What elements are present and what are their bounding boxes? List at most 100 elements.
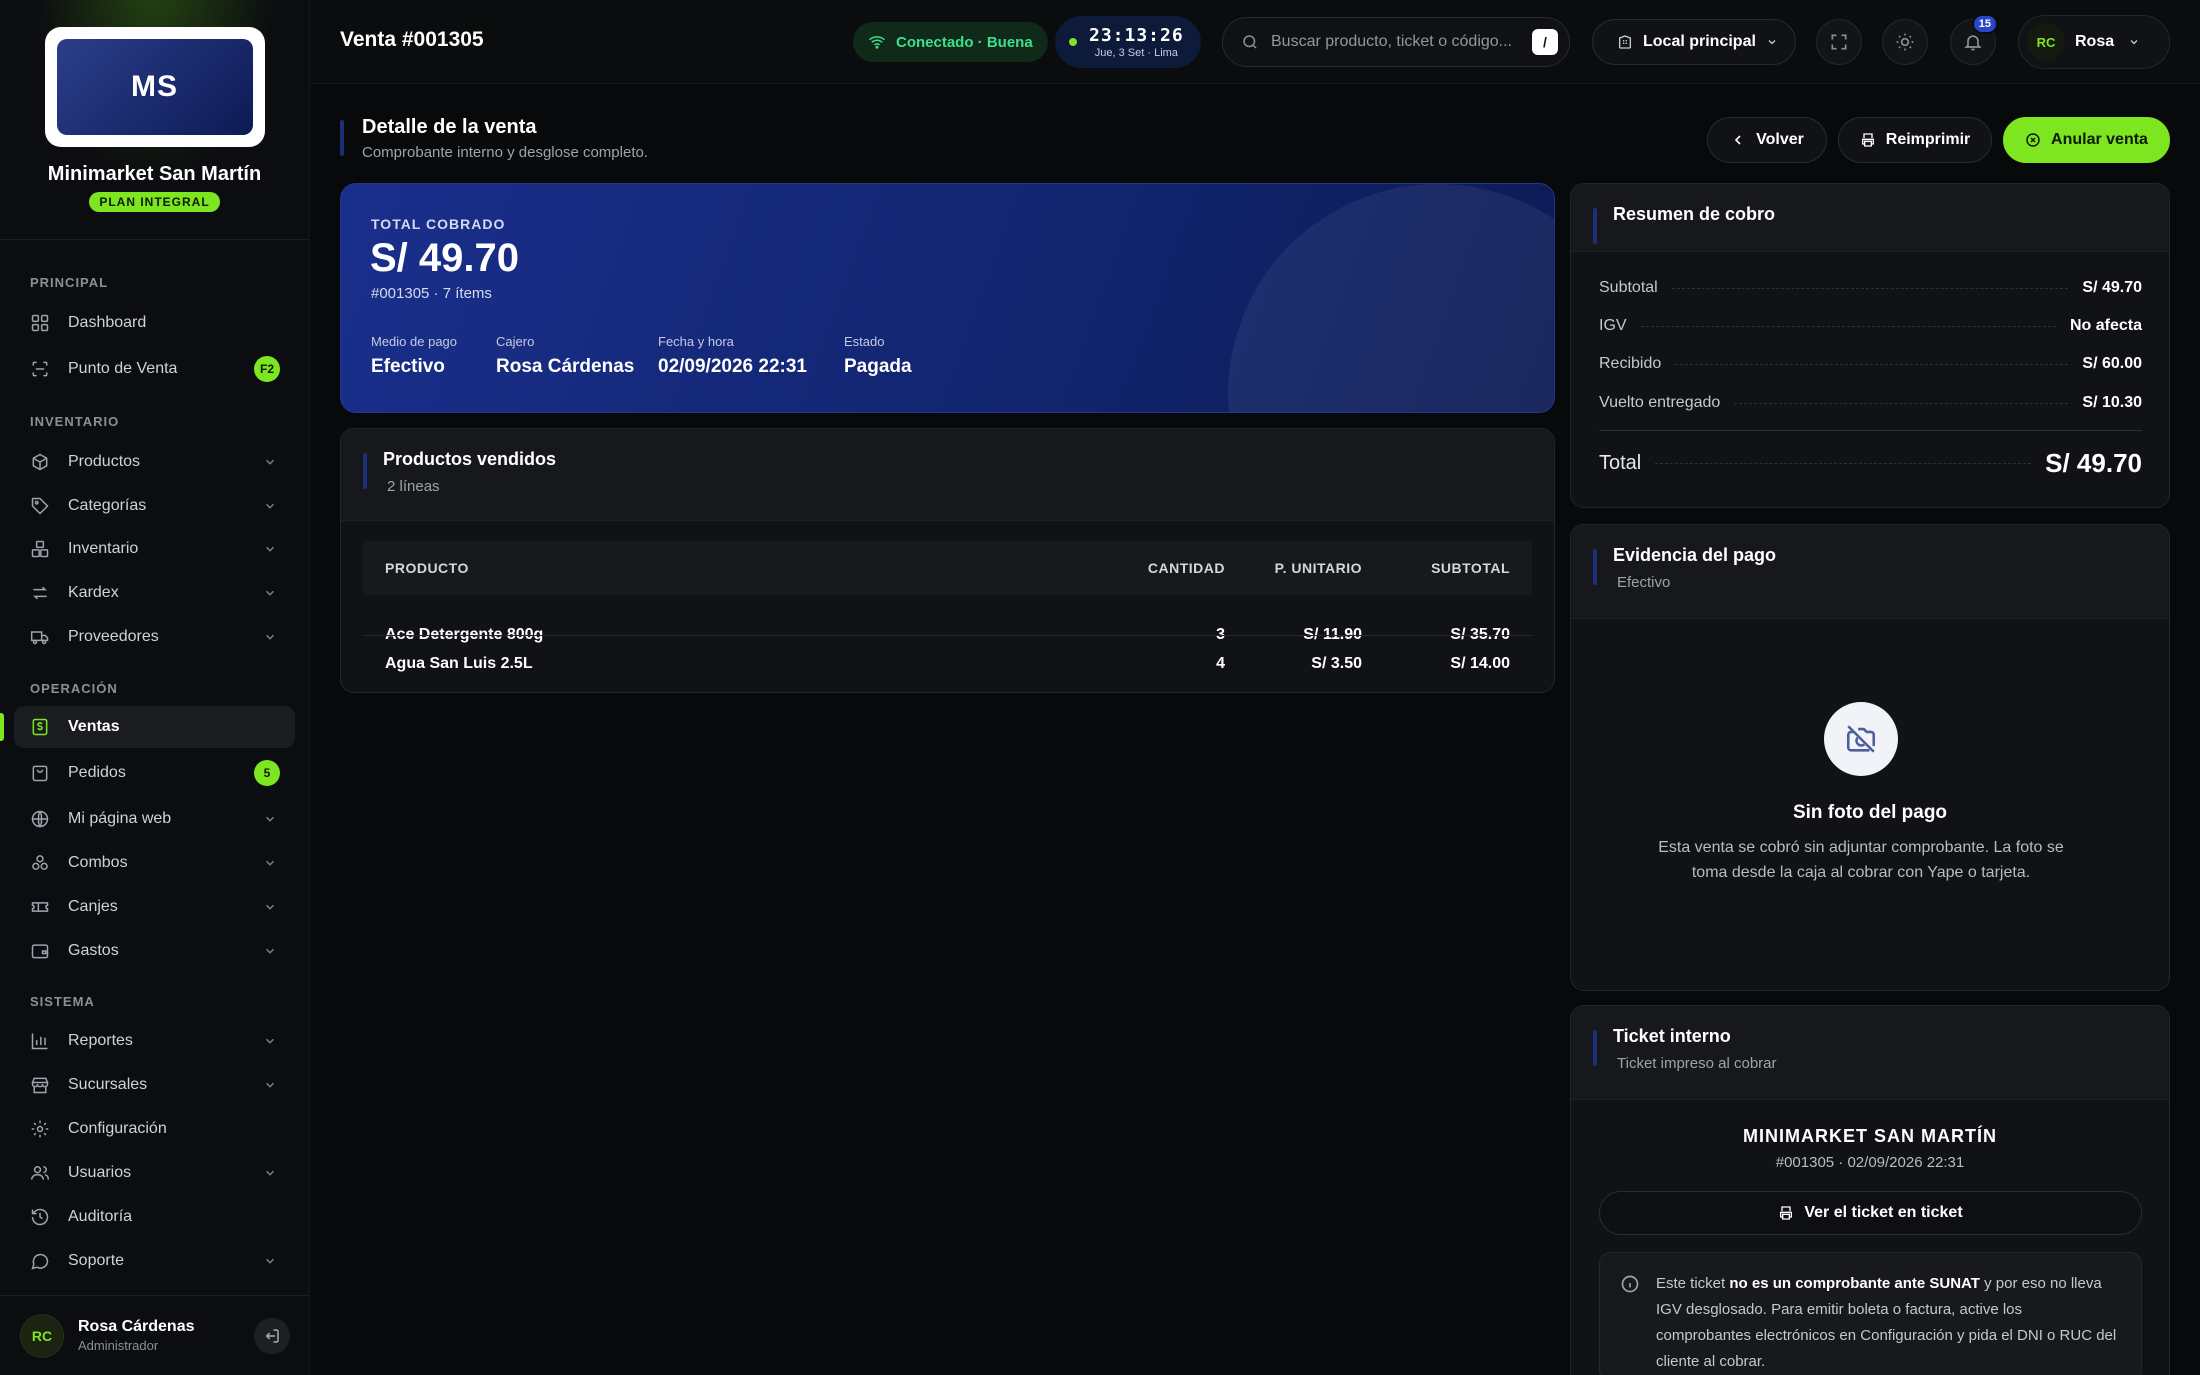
field-label: Estado xyxy=(844,334,885,349)
chevron-down-icon xyxy=(266,1170,274,1176)
store-logo-text: MS xyxy=(56,39,253,135)
summary-value: No afecta xyxy=(2069,317,2142,334)
view-ticket-button[interactable]: Ver el ticket en ticket xyxy=(1599,1191,2142,1235)
brand-block: MS Minimarket San Martín PLAN INTEGRAL xyxy=(0,0,309,240)
user-menu[interactable]: RC Rosa xyxy=(2018,15,2170,69)
sidebar-item-soporte[interactable]: Soporte xyxy=(14,1240,295,1282)
summary-row-received: Recibido S/ 60.00 xyxy=(1599,355,2142,373)
sidebar-item-sucursales[interactable]: Sucursales xyxy=(14,1064,295,1106)
user-role: Administrador xyxy=(78,1338,159,1353)
column-header-unit-price: P. UNITARIO xyxy=(1274,560,1362,576)
card-title: Ticket interno xyxy=(1613,1026,1731,1046)
card-title: Productos vendidos xyxy=(383,449,557,469)
note-text: Este ticket xyxy=(1656,1275,1730,1292)
sidebar-item-categorias[interactable]: Categorías xyxy=(14,485,295,527)
summary-value: S/ 60.00 xyxy=(2082,355,2142,372)
nav-section-operacion: OPERACIÓN xyxy=(30,681,118,696)
internal-ticket-card: Ticket interno Ticket impreso al cobrar … xyxy=(1570,1005,2170,1375)
sidebar-item-gastos[interactable]: Gastos xyxy=(14,930,295,972)
bell-icon xyxy=(1964,35,1982,51)
products-card: Productos vendidos 2 líneas PRODUCTO CAN… xyxy=(340,428,1555,693)
sidebar-item-proveedores[interactable]: Proveedores xyxy=(14,616,295,658)
field-label: Fecha y hora xyxy=(658,334,734,349)
notifications-button[interactable]: 15 xyxy=(1950,14,1998,65)
summary-label: IGV xyxy=(1599,317,1627,334)
sidebar-item-combos[interactable]: Combos xyxy=(14,842,295,884)
column-header-quantity: CANTIDAD xyxy=(1147,560,1225,576)
view-ticket-button-label: Ver el ticket en ticket xyxy=(1804,1204,1963,1221)
empty-state-title: Sin foto del pago xyxy=(1792,802,1948,823)
sidebar-item-label: Usuarios xyxy=(68,1164,132,1181)
column-header-subtotal: SUBTOTAL xyxy=(1431,560,1510,576)
sidebar-item-reportes[interactable]: Reportes xyxy=(14,1020,295,1062)
info-icon xyxy=(1621,1275,1639,1293)
sidebar-item-canjes[interactable]: Canjes xyxy=(14,886,295,928)
fullscreen-button[interactable] xyxy=(1816,19,1862,65)
wallet-icon xyxy=(31,944,49,959)
card-subtitle: 2 líneas xyxy=(387,478,440,495)
box-icon xyxy=(32,453,48,471)
plan-badge: PLAN INTEGRAL xyxy=(89,192,220,212)
logout-button[interactable] xyxy=(254,1317,290,1354)
users-icon xyxy=(30,1166,50,1180)
summary-value: S/ 49.70 xyxy=(2082,279,2142,296)
theme-toggle-button[interactable] xyxy=(1882,19,1928,65)
cell-quantity: 4 xyxy=(1216,655,1225,672)
dollar-receipt-icon xyxy=(32,718,48,736)
sun-icon xyxy=(1896,33,1914,51)
sidebar-item-pos[interactable]: Punto de Venta F2 xyxy=(14,348,295,390)
sidebar-item-inventario[interactable]: Inventario xyxy=(14,528,295,570)
branch-selector[interactable]: Local principal xyxy=(1592,19,1796,65)
fullscreen-icon xyxy=(1831,34,1847,50)
avatar: RC xyxy=(2027,23,2065,61)
sidebar-item-ventas[interactable]: Ventas xyxy=(14,706,295,748)
orders-count-badge: 5 xyxy=(254,760,280,786)
reprint-button[interactable]: Reimprimir xyxy=(1838,117,1992,163)
gear-icon xyxy=(31,1120,49,1138)
sidebar-item-dashboard[interactable]: Dashboard xyxy=(14,302,295,344)
field-value: Rosa Cárdenas xyxy=(496,356,635,377)
global-search[interactable]: / xyxy=(1222,17,1570,67)
status-field: Estado Pagada xyxy=(844,334,912,378)
summary-row-igv: IGV No afecta xyxy=(1599,317,2142,335)
note-emphasis: no es un comprobante ante SUNAT xyxy=(1729,1275,1980,1292)
card-header: Evidencia del pago Efectivo xyxy=(1571,525,2169,619)
sidebar-item-usuarios[interactable]: Usuarios xyxy=(14,1152,295,1194)
chat-bubble-icon xyxy=(31,1253,49,1270)
section-subtitle: Comprobante interno y desglose completo. xyxy=(362,144,648,161)
chevron-down-icon xyxy=(266,546,274,552)
sidebar-item-configuracion[interactable]: Configuración xyxy=(14,1108,295,1150)
void-sale-button-label: Anular venta xyxy=(2051,131,2148,148)
truck-icon xyxy=(30,631,49,645)
sidebar-item-pedidos[interactable]: Pedidos 5 xyxy=(14,752,295,794)
card-subtitle: Ticket impreso al cobrar xyxy=(1617,1055,1777,1072)
connection-status-text: Conectado · Buena xyxy=(896,33,1033,51)
nav-section-sistema: SISTEMA xyxy=(30,994,95,1009)
total-hero-card: TOTAL COBRADO S/ 49.70 #001305 · 7 ítems… xyxy=(340,183,1555,413)
branch-name: Local principal xyxy=(1643,33,1756,50)
cell-subtotal: S/ 14.00 xyxy=(1450,655,1510,672)
live-dot xyxy=(1069,38,1077,46)
detail-header: Detalle de la venta Comprobante interno … xyxy=(340,116,648,161)
chevron-down-icon xyxy=(266,1038,274,1044)
clock-date: Jue, 3 Set · Lima xyxy=(1094,47,1178,59)
cashier-field: Cajero Rosa Cárdenas xyxy=(496,334,634,378)
status-badge: Pagada xyxy=(844,356,912,377)
sidebar-item-auditoria[interactable]: Auditoría xyxy=(14,1196,295,1238)
shortcut-badge: F2 xyxy=(253,356,280,382)
summary-row-total: Total S/ 49.70 xyxy=(1599,448,2142,479)
sidebar-item-kardex[interactable]: Kardex xyxy=(14,572,295,614)
back-button-label: Volver xyxy=(1756,131,1804,148)
shopping-bag-icon xyxy=(32,765,48,782)
back-button[interactable]: Volver xyxy=(1707,117,1827,163)
reprint-button-label: Reimprimir xyxy=(1885,131,1971,148)
sidebar-item-label: Categorías xyxy=(68,497,147,514)
summary-divider xyxy=(1599,430,2142,431)
avatar: RC xyxy=(20,1313,64,1358)
sidebar-item-productos[interactable]: Productos xyxy=(14,441,295,483)
card-title: Resumen de cobro xyxy=(1613,204,1776,224)
field-label: Medio de pago xyxy=(371,334,458,349)
search-input[interactable] xyxy=(1271,33,1532,51)
sidebar-item-mi-pagina-web[interactable]: Mi página web xyxy=(14,798,295,840)
void-sale-button[interactable]: Anular venta xyxy=(2003,117,2170,163)
